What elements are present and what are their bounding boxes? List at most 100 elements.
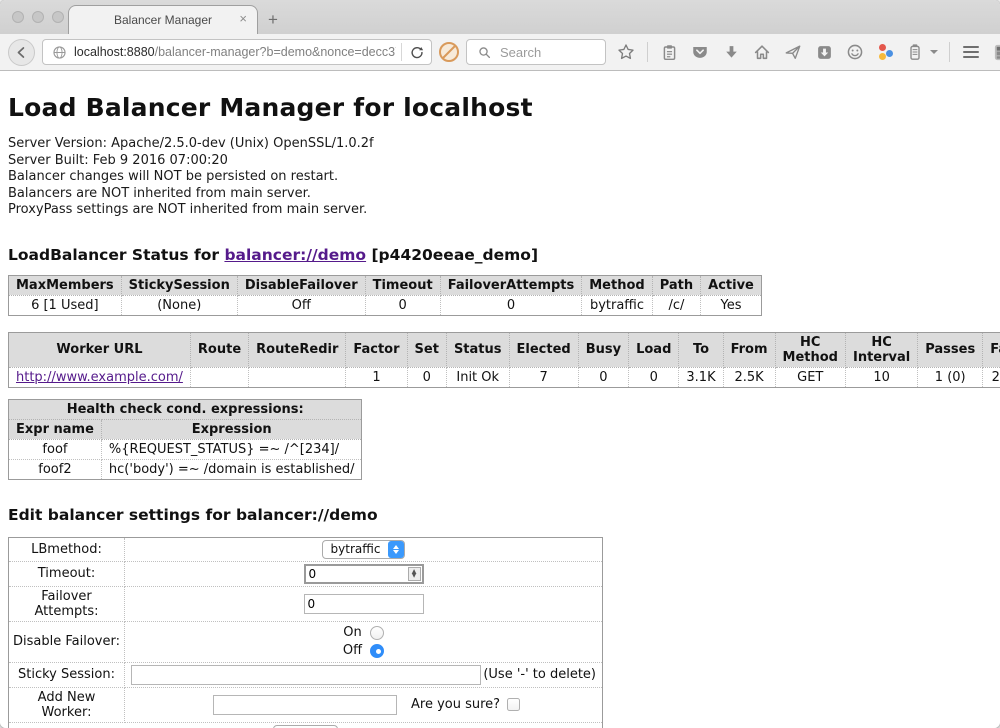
edit-settings-heading: Edit balancer settings for balancer://de… bbox=[8, 506, 992, 524]
sticky-session-note: (Use '-' to delete) bbox=[483, 667, 598, 682]
back-button[interactable] bbox=[8, 39, 35, 66]
blocked-content-icon[interactable] bbox=[439, 42, 459, 62]
select-stepper-icon bbox=[388, 541, 404, 558]
server-info-line: Balancer changes will NOT be persisted o… bbox=[8, 169, 992, 186]
home-icon[interactable] bbox=[752, 42, 772, 62]
back-icon bbox=[12, 42, 32, 62]
table-cell: 10 bbox=[845, 367, 917, 387]
toolbar-divider bbox=[949, 42, 950, 62]
lbmethod-selected-value: bytraffic bbox=[331, 542, 389, 556]
radio-on[interactable] bbox=[370, 626, 384, 640]
reload-icon[interactable] bbox=[407, 42, 427, 62]
zoom-window-button[interactable] bbox=[52, 11, 64, 23]
server-info-line: Server Built: Feb 9 2016 07:00:20 bbox=[8, 153, 992, 170]
traffic-lights bbox=[12, 11, 64, 23]
paper-plane-icon[interactable] bbox=[783, 42, 803, 62]
grid-screenshot-icon[interactable] bbox=[992, 42, 1000, 62]
disable-failover-row: Disable Failover: On Off bbox=[9, 621, 603, 662]
battery-container-icon[interactable] bbox=[905, 42, 925, 62]
column-header: Load bbox=[629, 332, 679, 367]
table-cell: 7 bbox=[509, 367, 578, 387]
submit-button[interactable]: Submit bbox=[273, 725, 338, 728]
server-info-line: ProxyPass settings are NOT inherited fro… bbox=[8, 202, 992, 219]
are-you-sure-checkbox[interactable] bbox=[507, 698, 520, 711]
radio-off-label: Off bbox=[343, 643, 362, 658]
timeout-input-wrap: ▲▼ bbox=[304, 564, 424, 584]
column-header: Factor bbox=[346, 332, 407, 367]
table-cell: Off bbox=[237, 295, 365, 315]
url-domain: localhost:8880 bbox=[74, 45, 155, 59]
column-header: Route bbox=[190, 332, 248, 367]
url-bar[interactable]: localhost:8880/balancer-manager?b=demo&n… bbox=[42, 39, 432, 65]
table-cell: foof2 bbox=[9, 459, 102, 479]
are-you-sure-label: Are you sure? bbox=[411, 697, 500, 712]
colored-dots-extension-icon[interactable] bbox=[876, 43, 894, 61]
table-cell: 2 (0) bbox=[983, 367, 1000, 387]
menu-icon[interactable] bbox=[961, 42, 981, 62]
sticky-session-row: Sticky Session: (Use '-' to delete) bbox=[9, 662, 603, 687]
server-info: Server Version: Apache/2.5.0-dev (Unix) … bbox=[8, 136, 992, 219]
table-cell: %{REQUEST_STATUS} =~ /^[234]/ bbox=[101, 439, 362, 459]
column-header: Active bbox=[701, 275, 762, 295]
reading-list-clipboard-icon[interactable] bbox=[659, 42, 679, 62]
minimize-window-button[interactable] bbox=[32, 11, 44, 23]
tab-balancer-manager[interactable]: Balancer Manager × bbox=[68, 5, 258, 34]
downloads-icon[interactable] bbox=[721, 42, 741, 62]
pocket-icon[interactable] bbox=[690, 42, 710, 62]
disable-failover-label: Disable Failover: bbox=[9, 621, 125, 662]
balancer-status-table: MaxMembersStickySessionDisableFailoverTi… bbox=[8, 275, 762, 316]
add-worker-input[interactable] bbox=[213, 695, 397, 715]
table-cell: 0 bbox=[440, 295, 582, 315]
close-window-button[interactable] bbox=[12, 11, 24, 23]
new-tab-button[interactable]: + bbox=[258, 5, 288, 34]
column-header: DisableFailover bbox=[237, 275, 365, 295]
table-cell: bytraffic bbox=[582, 295, 652, 315]
navigation-toolbar: localhost:8880/balancer-manager?b=demo&n… bbox=[0, 33, 1000, 71]
table-title: Health check cond. expressions: bbox=[9, 399, 362, 419]
radio-off[interactable] bbox=[370, 644, 384, 658]
table-cell: 0 bbox=[365, 295, 440, 315]
timeout-row: Timeout: ▲▼ bbox=[9, 561, 603, 586]
column-header: MaxMembers bbox=[9, 275, 122, 295]
search-icon bbox=[474, 42, 494, 62]
submit-row: Submit bbox=[9, 722, 603, 728]
table-row: foof%{REQUEST_STATUS} =~ /^[234]/ bbox=[9, 439, 362, 459]
balancer-demo-link[interactable]: balancer://demo bbox=[224, 246, 366, 264]
number-stepper-icon[interactable]: ▲▼ bbox=[408, 567, 421, 581]
dropdown-caret-icon[interactable] bbox=[930, 50, 938, 54]
lbmethod-label: LBmethod: bbox=[9, 537, 125, 561]
failover-attempts-row: Failover Attempts: bbox=[9, 586, 603, 621]
tab-bar: Balancer Manager × + bbox=[0, 0, 1000, 34]
failover-attempts-input[interactable] bbox=[304, 594, 424, 614]
lbmethod-select[interactable]: bytraffic bbox=[322, 540, 406, 559]
url-text[interactable]: localhost:8880/balancer-manager?b=demo&n… bbox=[74, 45, 396, 59]
table-cell: 3.1K bbox=[679, 367, 723, 387]
save-box-icon[interactable] bbox=[814, 42, 834, 62]
radio-on-label: On bbox=[343, 625, 361, 640]
worker-url-link[interactable]: http://www.example.com/ bbox=[16, 370, 183, 385]
balancer-settings-form: LBmethod: bytraffic Timeout: ▲▼ bbox=[8, 537, 603, 728]
table-cell: 2.5K bbox=[723, 367, 775, 387]
page-title: Load Balancer Manager for localhost bbox=[8, 93, 992, 122]
table-cell: GET bbox=[775, 367, 845, 387]
toolbar-divider bbox=[647, 42, 648, 62]
table-cell: 1 bbox=[346, 367, 407, 387]
column-header: From bbox=[723, 332, 775, 367]
browser-window: Balancer Manager × + localhost:8880/bala… bbox=[0, 0, 1000, 728]
column-header: To bbox=[679, 332, 723, 367]
table-cell bbox=[249, 367, 346, 387]
table-cell: (None) bbox=[121, 295, 237, 315]
timeout-input[interactable] bbox=[306, 567, 408, 581]
tab-close-icon[interactable]: × bbox=[239, 12, 247, 25]
search-placeholder: Search bbox=[500, 45, 541, 60]
sticky-session-input[interactable] bbox=[131, 665, 481, 685]
smiley-chat-icon[interactable] bbox=[845, 42, 865, 62]
table-cell: Init Ok bbox=[446, 367, 509, 387]
column-header: RouteRedir bbox=[249, 332, 346, 367]
column-header: StickySession bbox=[121, 275, 237, 295]
search-bar[interactable]: Search bbox=[466, 39, 606, 65]
bookmark-star-icon[interactable] bbox=[616, 42, 636, 62]
red-dot bbox=[879, 44, 886, 51]
yellow-dot bbox=[879, 53, 886, 60]
status-heading-prefix: LoadBalancer Status for bbox=[8, 246, 224, 264]
